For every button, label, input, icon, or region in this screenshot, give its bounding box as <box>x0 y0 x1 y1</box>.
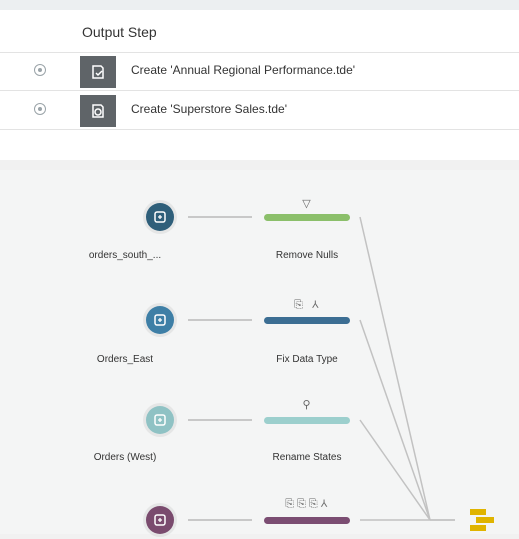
connector-line <box>359 319 431 521</box>
output-panel: Output Step Create 'Annual Regional Perf… <box>0 0 519 160</box>
output-row[interactable]: Create 'Superstore Sales.tde' <box>0 91 519 130</box>
input-node-icon[interactable] <box>146 203 174 231</box>
output-row-label: Create 'Superstore Sales.tde' <box>131 102 287 116</box>
clean-step-label: Remove Nulls <box>275 250 339 261</box>
input-node-label: orders_south_... <box>88 250 162 261</box>
flow-connectors <box>188 216 455 521</box>
clean-step-bar[interactable] <box>264 317 350 324</box>
row-select-radio[interactable] <box>34 103 46 115</box>
output-step-header: Output Step <box>82 24 157 40</box>
input-node-label: Orders (West) <box>93 452 157 463</box>
step-change-icons: ⎘⎘⎘⅄ <box>285 498 331 510</box>
output-step-icon <box>80 56 116 88</box>
input-node-icon[interactable] <box>146 506 174 534</box>
row-select-radio[interactable] <box>34 64 46 76</box>
clean-step-bar[interactable] <box>264 517 350 524</box>
connector-line <box>359 216 431 521</box>
input-node-label: Orders_East <box>96 354 154 365</box>
clean-step-label: Fix Data Type <box>276 354 338 365</box>
input-node-icon[interactable] <box>146 306 174 334</box>
filter-icon: ▽ <box>302 198 314 210</box>
connector-line <box>359 419 431 521</box>
union-step-icon[interactable] <box>468 506 498 534</box>
output-header-row: Output Step <box>0 14 519 53</box>
clean-step-label: Rename States <box>272 452 342 463</box>
output-row[interactable]: Create 'Annual Regional Performance.tde' <box>0 52 519 91</box>
rename-icon: ⚲ <box>302 399 314 411</box>
output-row-label: Create 'Annual Regional Performance.tde' <box>131 63 356 77</box>
flow-canvas[interactable]: orders_south_... Orders_East Orders (Wes… <box>0 170 519 534</box>
clean-step-bar[interactable] <box>264 417 350 424</box>
step-change-icons: ⎘ ⅄ <box>294 299 322 311</box>
output-step-icon <box>80 95 116 127</box>
clean-step-bar[interactable] <box>264 214 350 221</box>
panel-top-border <box>0 0 519 10</box>
input-node-icon[interactable] <box>146 406 174 434</box>
